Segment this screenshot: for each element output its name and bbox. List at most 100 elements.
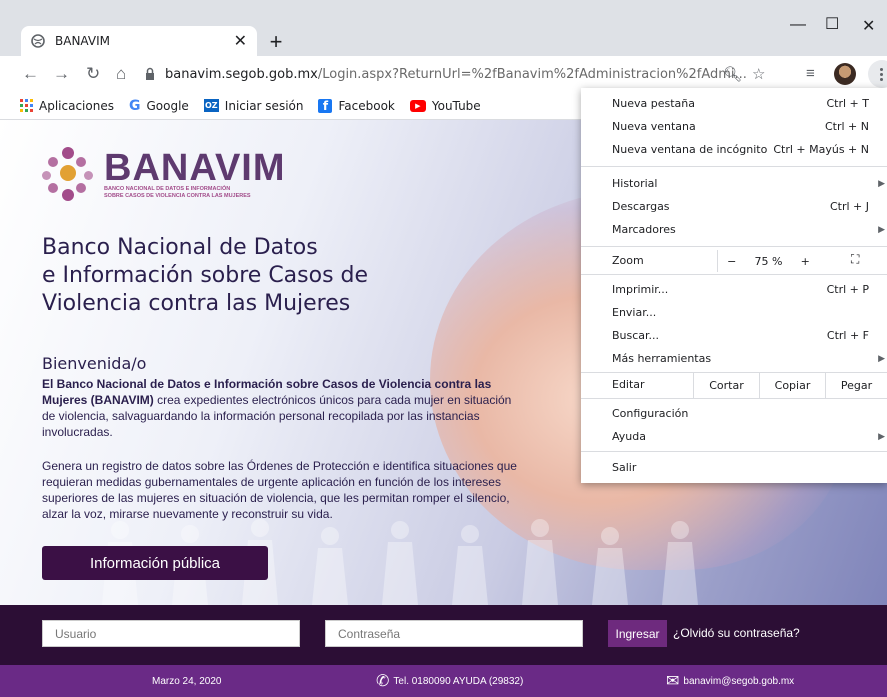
menu-settings[interactable]: Configuración xyxy=(581,402,887,425)
new-tab-button[interactable]: + xyxy=(264,29,288,54)
footer-email-text: banavim@segob.gob.mx xyxy=(683,675,795,687)
logo-dots-icon xyxy=(42,147,98,203)
phone-icon: ✆ xyxy=(376,673,390,690)
forward-button[interactable]: → xyxy=(53,64,70,84)
back-button[interactable]: ← xyxy=(22,64,39,84)
headline-line-2: e Información sobre Casos de xyxy=(42,263,369,288)
menu-new-window[interactable]: Nueva ventana Ctrl + N xyxy=(581,115,887,138)
menu-history[interactable]: Historial ▶ xyxy=(581,172,887,195)
menu-separator xyxy=(581,246,887,247)
minimize-button[interactable]: — xyxy=(790,16,806,34)
home-button[interactable]: ⌂ xyxy=(116,64,126,84)
menu-label: Buscar... xyxy=(612,329,660,342)
menu-separator xyxy=(581,166,887,167)
menu-shortcut: Ctrl + Mayús + N xyxy=(773,143,869,156)
fullscreen-icon[interactable]: ⛶ xyxy=(851,252,859,267)
mail-icon: ✉ xyxy=(666,673,680,690)
menu-label: Configuración xyxy=(612,407,689,420)
public-info-button[interactable]: Información pública xyxy=(42,546,268,580)
footer-date: Marzo 24, 2020 xyxy=(152,675,222,687)
bookmark-outlook[interactable]: OZ Iniciar sesión xyxy=(203,98,304,113)
reload-button[interactable]: ↻ xyxy=(86,64,100,84)
copy-button[interactable]: Copiar xyxy=(759,372,825,398)
submenu-arrow-icon: ▶ xyxy=(878,224,885,235)
bookmark-facebook[interactable]: f Facebook xyxy=(318,98,395,113)
browser-menu: Nueva pestaña Ctrl + T Nueva ventana Ctrl … xyxy=(581,88,887,483)
maximize-button[interactable]: ☐ xyxy=(825,14,839,34)
cut-button[interactable]: Cortar xyxy=(693,372,759,398)
login-bar: Usuario Contraseña Ingresar ¿Olvidó su c… xyxy=(0,605,887,665)
zoom-icon[interactable]: 🔍︎ xyxy=(723,65,742,83)
menu-print[interactable]: Imprimir... Ctrl + P xyxy=(581,278,887,301)
profile-avatar[interactable] xyxy=(834,63,856,85)
menu-more-tools[interactable]: Más herramientas ▶ xyxy=(581,347,887,370)
zoom-label: Zoom xyxy=(612,254,644,267)
headline-line-1: Banco Nacional de Datos xyxy=(42,235,318,260)
close-window-button[interactable]: ✕ xyxy=(862,16,875,36)
lock-icon xyxy=(146,67,154,80)
menu-label: Nueva ventana xyxy=(612,120,696,133)
menu-zoom-row: Zoom − 75 % + ⛶ xyxy=(581,248,887,274)
menu-shortcut: Ctrl + T xyxy=(826,97,869,110)
zoom-in-button[interactable]: + xyxy=(801,255,810,268)
zoom-controls: − 75 % + xyxy=(717,250,819,272)
zoom-out-button[interactable]: − xyxy=(727,255,736,268)
bookmark-apps[interactable]: Aplicaciones xyxy=(20,99,114,113)
apps-grid-icon xyxy=(20,99,33,112)
bookmark-google[interactable]: G Google xyxy=(129,98,189,114)
forgot-password-link[interactable]: ¿Olvidó su contraseña? xyxy=(673,626,800,640)
browser-toolbar: ← → ↻ ⌂ banavim.segob.gob.mx/Login.aspx?… xyxy=(0,56,887,92)
zoom-level: 75 % xyxy=(754,254,783,268)
menu-label: Marcadores xyxy=(612,223,676,236)
bookmark-label: Google xyxy=(146,98,189,113)
menu-shortcut: Ctrl + J xyxy=(829,200,869,213)
menu-downloads[interactable]: Descargas Ctrl + J xyxy=(581,195,887,218)
logo-name: BANAVIM xyxy=(104,147,286,189)
menu-label: Nueva ventana de incógnito xyxy=(612,143,768,156)
bookmark-label: Iniciar sesión xyxy=(224,98,304,113)
reading-list-icon[interactable]: ≡ xyxy=(806,65,815,82)
facebook-icon: f xyxy=(318,98,333,113)
menu-edit-row: Editar Cortar Copiar Pegar xyxy=(581,372,887,398)
close-tab-icon[interactable]: ✕ xyxy=(234,31,247,51)
menu-separator xyxy=(581,451,887,452)
bookmark-label: Aplicaciones xyxy=(39,98,114,113)
menu-label: Nueva pestaña xyxy=(612,97,695,110)
menu-separator xyxy=(581,398,887,399)
page-title: Banco Nacional de Datos e Información so… xyxy=(42,234,402,318)
tab-strip: BANAVIM ✕ + — ☐ ✕ xyxy=(0,0,887,56)
menu-incognito[interactable]: Nueva ventana de incógnito Ctrl + Mayús +… xyxy=(581,138,887,161)
address-bar[interactable]: banavim.segob.gob.mx/Login.aspx?ReturnUr… xyxy=(143,61,774,87)
menu-bookmarks[interactable]: Marcadores ▶ xyxy=(581,218,887,241)
footer-email[interactable]: ✉ banavim@segob.gob.mx xyxy=(666,665,794,697)
footer-phone-text: Tel. 0180090 AYUDA (29832) xyxy=(393,675,524,687)
menu-label: Enviar... xyxy=(612,306,657,319)
headline-line-3: Violencia contra las Mujeres xyxy=(42,291,351,316)
username-input[interactable]: Usuario xyxy=(42,620,300,647)
menu-label: Imprimir... xyxy=(612,283,669,296)
menu-cast[interactable]: Enviar... xyxy=(581,301,887,324)
menu-help[interactable]: Ayuda ▶ xyxy=(581,425,887,448)
menu-shortcut: Ctrl + N xyxy=(824,120,869,133)
paste-button[interactable]: Pegar xyxy=(825,372,887,398)
login-button[interactable]: Ingresar xyxy=(608,620,667,647)
menu-label: Historial xyxy=(612,177,658,190)
bookmark-label: YouTube xyxy=(431,98,481,113)
menu-separator xyxy=(581,274,887,275)
password-input[interactable]: Contraseña xyxy=(325,620,583,647)
bookmark-star-icon[interactable]: ☆ xyxy=(752,65,765,83)
bookmark-youtube[interactable]: ▶ YouTube xyxy=(409,98,481,113)
logo-tagline-2: SOBRE CASOS DE VIOLENCIA CONTRA LAS MUJE… xyxy=(104,193,251,199)
menu-new-tab[interactable]: Nueva pestaña Ctrl + T xyxy=(581,92,887,115)
globe-icon xyxy=(31,34,45,48)
welcome-heading: Bienvenida/o xyxy=(42,354,147,373)
edit-label: Editar xyxy=(612,378,645,391)
browser-tab[interactable]: BANAVIM ✕ xyxy=(21,26,257,56)
footer-bar: Marzo 24, 2020 ✆ Tel. 0180090 AYUDA (298… xyxy=(0,665,887,697)
menu-exit[interactable]: Salir xyxy=(581,456,887,479)
url-path: /Login.aspx?ReturnUrl=%2fBanavim%2fAdmin… xyxy=(317,66,747,82)
menu-find[interactable]: Buscar... Ctrl + F xyxy=(581,324,887,347)
youtube-icon: ▶ xyxy=(409,99,426,112)
menu-label: Salir xyxy=(612,461,637,474)
menu-label: Ayuda xyxy=(612,430,646,443)
